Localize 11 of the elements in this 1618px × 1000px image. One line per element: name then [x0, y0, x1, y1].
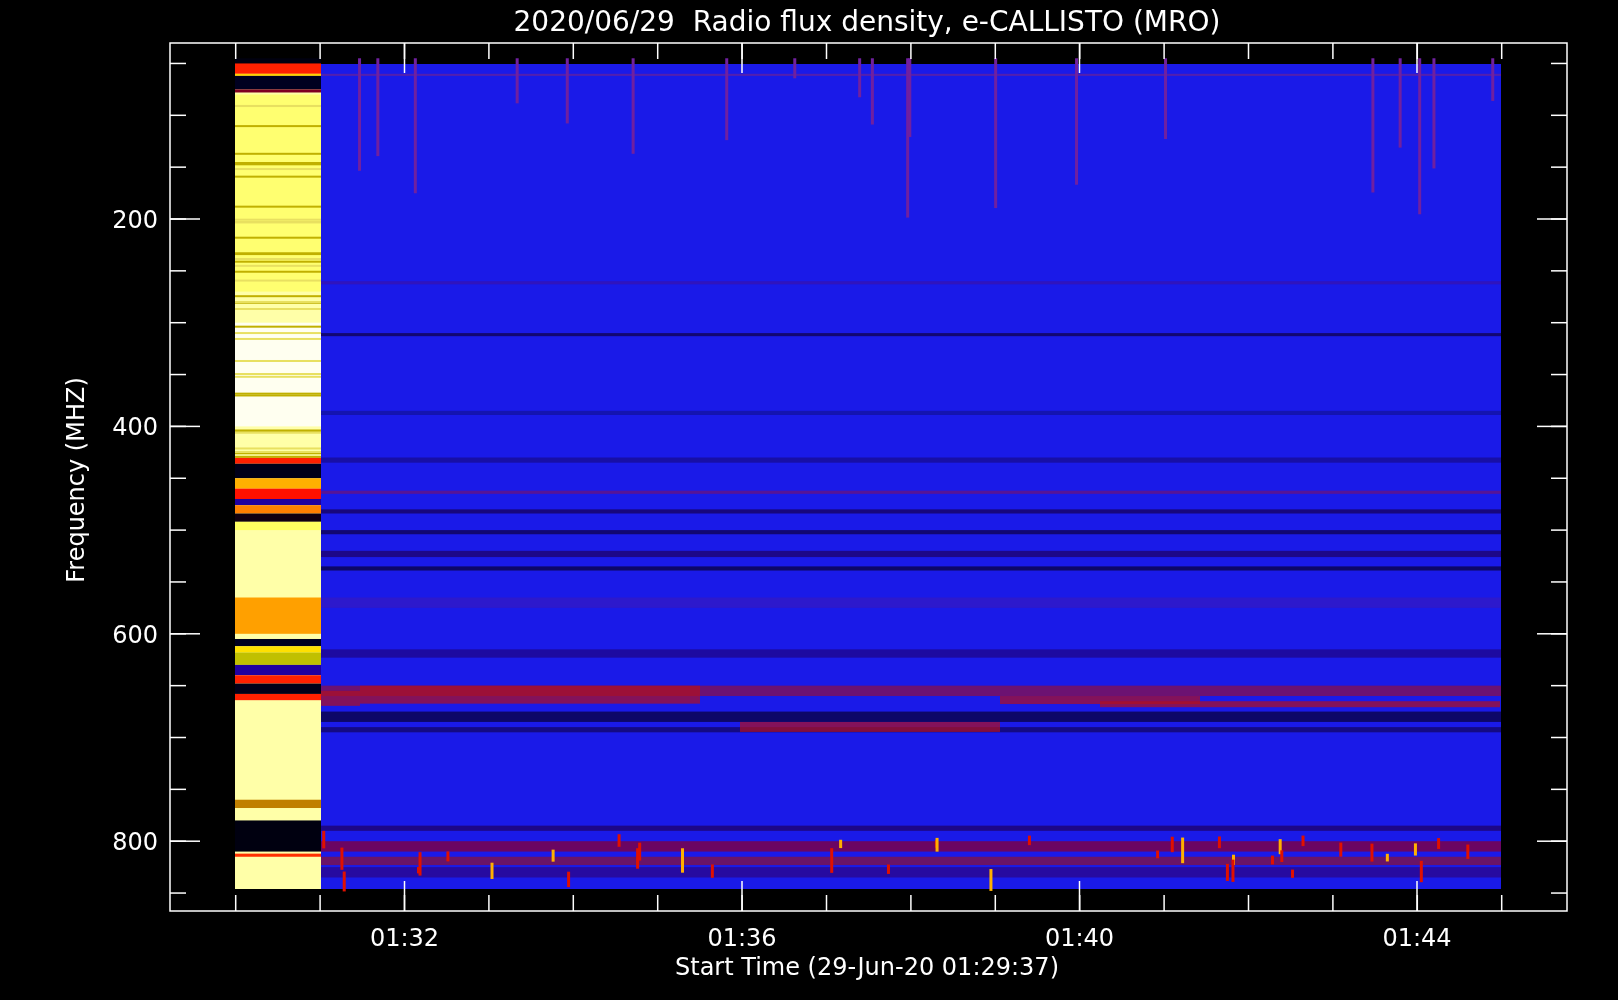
tick-label: 01:36 — [707, 924, 777, 952]
tick-label: 01:40 — [1044, 924, 1115, 952]
tick-label: 200 — [112, 206, 158, 234]
tick-label: 01:32 — [369, 924, 440, 952]
tick-label: 400 — [112, 413, 158, 442]
axis-label: Start Time (29-Jun-20 01:29:37) — [675, 953, 1059, 981]
axis-label: Frequency (MHZ) — [62, 377, 90, 583]
tick-label: 800 — [112, 828, 158, 857]
tick-label: 01:44 — [1382, 924, 1452, 952]
tick-label: 600 — [112, 620, 158, 649]
plot-title: 2020/06/29 Radio flux density, e-CALLISTO (MRO) — [513, 5, 1221, 38]
